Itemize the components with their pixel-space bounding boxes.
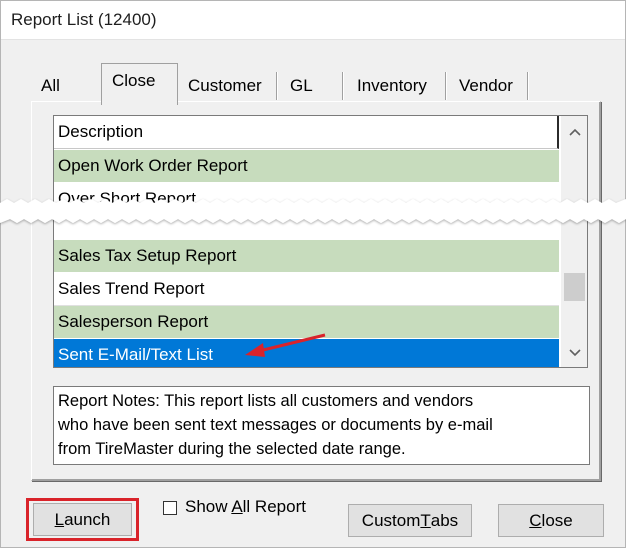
tab-label: Vendor — [459, 76, 513, 95]
tab-gl[interactable]: GL — [280, 69, 344, 103]
red-arrow-icon — [245, 333, 326, 357]
tab-all[interactable]: All — [31, 69, 96, 103]
button-text: T — [420, 510, 431, 530]
tab-label: All — [41, 76, 60, 95]
list-item[interactable]: Sales Tax Setup Report — [54, 240, 559, 273]
tab-label: Inventory — [357, 76, 427, 95]
tab-label: Close — [112, 70, 156, 90]
list-item-label: Salesperson Report — [58, 312, 209, 331]
column-header-description[interactable]: Description — [54, 116, 559, 149]
tab-vendor[interactable]: Vendor — [449, 69, 529, 103]
list-item-label: Open Work Order Report — [58, 156, 248, 175]
custom-tabs-button[interactable]: Custom Tabs — [348, 504, 472, 537]
tab-separator — [342, 72, 344, 100]
button-text: lose — [541, 510, 573, 530]
tab-label: GL — [290, 76, 313, 95]
label-text: A — [231, 497, 243, 516]
button-text: aunch — [64, 509, 111, 529]
chevron-up-glyph — [568, 128, 581, 136]
button-text: abs — [430, 510, 459, 530]
torn-edge-divider — [0, 199, 626, 223]
tab-inventory[interactable]: Inventory — [347, 69, 447, 103]
tab-separator — [527, 72, 529, 100]
label-text: Show — [185, 497, 232, 516]
tab-label: Customer — [188, 76, 262, 95]
column-header-label: Description — [58, 122, 144, 141]
list-item[interactable]: Sales Trend Report — [54, 273, 559, 306]
list-item-label: Sales Tax Setup Report — [58, 246, 237, 265]
notes-line: from TireMaster during the selected date… — [58, 440, 406, 458]
close-button[interactable]: Close — [498, 504, 604, 537]
button-text: L — [54, 509, 65, 529]
vertical-scrollbar[interactable] — [561, 116, 587, 367]
launch-button[interactable]: Launch — [33, 503, 132, 536]
button-text: C — [529, 510, 542, 530]
list-item-label: Sent E-Mail/Text List — [58, 345, 213, 364]
show-all-report-label[interactable]: Show All Report — [185, 497, 306, 517]
list-item[interactable]: Open Work Order Report — [54, 150, 559, 183]
window-title: Report List (12400) — [11, 10, 157, 29]
title-bar: Report List (12400) — [1, 1, 625, 40]
list-item-label: Sales Trend Report — [58, 279, 205, 298]
report-list-window: Report List (12400) All Close Customer G… — [0, 0, 626, 548]
label-text: ll Report — [242, 497, 306, 516]
scroll-thumb[interactable] — [564, 273, 585, 301]
chevron-up-icon[interactable] — [561, 116, 587, 146]
launch-highlight: Launch — [26, 498, 139, 541]
chevron-down-glyph — [568, 349, 581, 357]
tab-close[interactable]: Close — [101, 63, 178, 105]
notes-line: who have been sent text messages or docu… — [58, 416, 493, 434]
tab-separator — [276, 72, 278, 100]
show-all-report-checkbox[interactable] — [163, 501, 177, 515]
report-notes: Report Notes: This report lists all cust… — [53, 386, 590, 465]
tab-customer[interactable]: Customer — [178, 69, 278, 103]
chevron-down-icon[interactable] — [561, 337, 587, 367]
notes-line: Report Notes: This report lists all cust… — [58, 392, 474, 410]
button-text: Custom — [361, 510, 421, 530]
tab-separator — [445, 72, 447, 100]
